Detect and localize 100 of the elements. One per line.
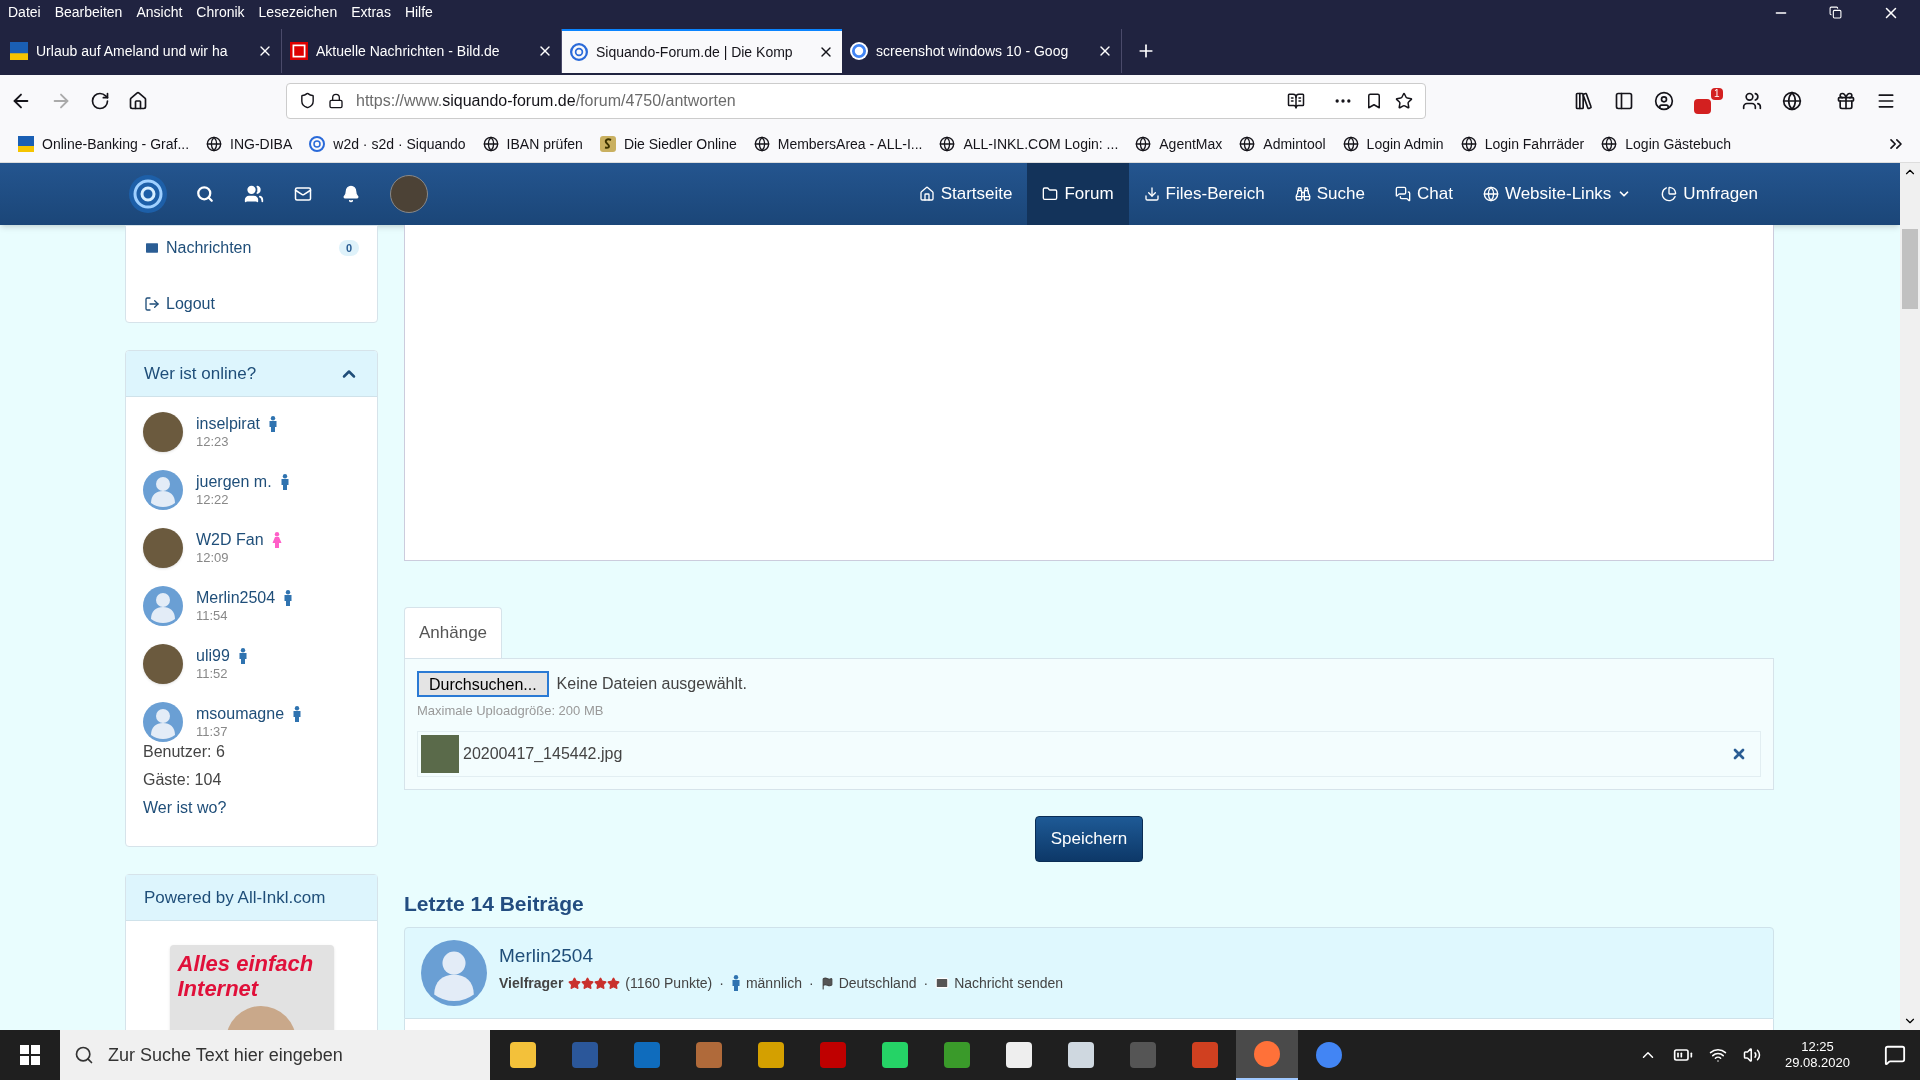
flag-icon	[820, 976, 834, 990]
count-badge: 0	[338, 239, 359, 257]
address-field[interactable]: https://www.siquando-forum.de/forum/4750/antworten	[286, 82, 1426, 119]
photo-placeholder	[421, 734, 459, 773]
account-icon[interactable]	[1654, 90, 1674, 111]
scrollbar-thumb[interactable]	[1902, 229, 1918, 309]
separator: ·	[807, 973, 815, 993]
restore-icon[interactable]	[1829, 6, 1842, 19]
browse-button[interactable]: Durchsuchen...	[417, 671, 549, 697]
wifi-icon[interactable]	[1708, 1046, 1727, 1064]
save-button[interactable]: Speichern	[1034, 815, 1144, 862]
sidebar-icon[interactable]	[1614, 90, 1634, 111]
users-icon[interactable]	[244, 184, 264, 204]
user-name-link[interactable]: juergen m.	[196, 471, 272, 492]
user-name-link[interactable]: W2D Fan	[196, 529, 264, 550]
logout-link[interactable]: Logout	[166, 292, 215, 316]
online-time: 11:37	[196, 723, 229, 741]
user-name-link[interactable]: uli99	[196, 645, 230, 666]
bookmark-item[interactable]: MembersArea - ALL-I...	[753, 133, 923, 155]
separator: ·	[718, 973, 725, 993]
avatar-silhouette	[421, 940, 487, 1006]
shield-icon	[299, 92, 316, 109]
ad-banner[interactable]: Alles einfach Internet	[169, 945, 334, 1030]
home-icon[interactable]	[128, 90, 148, 111]
pie-chart-icon	[1661, 186, 1678, 202]
nav-link[interactable]: Chat	[1380, 163, 1468, 225]
download-icon	[1143, 186, 1160, 202]
taskbar-search-field[interactable]: Zur Suche Text hier eingeben	[60, 1030, 490, 1080]
tab-title: Aktuelle Nachrichten - Bild.de	[316, 41, 501, 61]
nav-link[interactable]: Files-Bereich	[1128, 163, 1280, 225]
browser-tab[interactable]: Siquando-Forum.de | Die Komp	[562, 29, 842, 73]
members-count: Benutzer: 6	[143, 742, 226, 762]
person-icon	[730, 975, 741, 992]
star-icon	[607, 976, 621, 990]
bookmark-item[interactable]: Login Fahrräder	[1460, 133, 1585, 155]
rank-label: Vielfrager	[499, 973, 564, 993]
bookmark-item[interactable]: Die Siedler Online	[599, 133, 737, 155]
browser-tab[interactable]: screenshot windows 10 - Goog	[842, 29, 1122, 73]
avatar-photo[interactable]	[390, 175, 428, 213]
star-icon[interactable]	[1395, 91, 1413, 110]
menu-item[interactable]: Chronik	[196, 2, 245, 23]
menu-item[interactable]: Ansicht	[136, 2, 183, 23]
library-icon[interactable]	[1574, 90, 1594, 111]
nav-link[interactable]: Forum	[1027, 163, 1129, 225]
user-name-link[interactable]: Merlin2504	[196, 587, 276, 608]
card-title: Powered by All-Inkl.com	[144, 886, 326, 909]
house-icon	[918, 186, 935, 202]
url-text: https://www.siquando-forum.de/forum/4750/antworten	[356, 90, 737, 111]
nav-link[interactable]: Suche	[1279, 163, 1380, 225]
scrollbar[interactable]	[1900, 163, 1920, 1030]
bookmark-item[interactable]: Admintool	[1239, 133, 1326, 155]
country-text: Deutschland	[838, 973, 917, 993]
online-time: 12:09	[196, 549, 230, 567]
bookmark-item[interactable]: ING-DIBA	[206, 133, 293, 155]
globe-icon	[1135, 136, 1152, 152]
browser-tab[interactable]: Aktuelle Nachrichten - Bild.de	[282, 29, 562, 73]
app-icon	[758, 1042, 784, 1068]
bookmark-item[interactable]: Login Admin	[1342, 133, 1444, 155]
letter-s-logo-icon	[599, 136, 616, 152]
online-time: 12:22	[196, 491, 230, 509]
speaker-icon[interactable]	[1742, 1046, 1761, 1064]
bookmark-item[interactable]: Online-Banking - Graf...	[18, 133, 190, 155]
nav-link[interactable]: Startseite	[903, 163, 1028, 225]
extension-icon[interactable]	[1742, 90, 1762, 111]
online-time: 11:54	[196, 607, 229, 625]
user-name-link[interactable]: msoumagne	[196, 703, 285, 724]
where-link[interactable]: Wer ist wo?	[143, 796, 360, 820]
gift-icon[interactable]	[1836, 90, 1856, 111]
reader-view-icon[interactable]	[1287, 91, 1305, 110]
bookmark-item[interactable]: ALL-INKL.COM Login: ...	[939, 133, 1119, 155]
messages-link[interactable]: Nachrichten	[166, 236, 333, 260]
clock[interactable]: 12:25 29.08.2020	[1776, 1038, 1858, 1072]
globe-icon	[1601, 136, 1618, 152]
message-link[interactable]: Nachricht senden	[954, 972, 1064, 994]
menu-item[interactable]: Hilfe	[404, 2, 433, 23]
menu-item[interactable]: Lesezeichen	[258, 2, 338, 23]
globe-icon	[1460, 136, 1477, 152]
nav-link[interactable]: Umfragen	[1646, 163, 1773, 225]
reload-icon[interactable]	[90, 90, 110, 111]
logout-icon	[144, 296, 160, 312]
menu-item[interactable]: Datei	[8, 2, 41, 23]
windows-logo-icon[interactable]	[20, 1045, 40, 1065]
tab-title: Urlaub auf Ameland und wir ha	[36, 41, 229, 61]
extension-icon[interactable]	[1782, 90, 1802, 111]
user-name-link[interactable]: inselpirat	[196, 413, 261, 434]
menu-item[interactable]: Bearbeiten	[54, 2, 123, 23]
bookmark-item[interactable]: AgentMax	[1135, 133, 1223, 155]
bell-icon[interactable]	[342, 185, 360, 203]
search-icon[interactable]	[196, 185, 214, 203]
bookmark-item[interactable]: Login Gästebuch	[1601, 133, 1732, 155]
globe-icon	[206, 136, 223, 152]
nav-link[interactable]: Website-Links	[1467, 163, 1647, 225]
attachments-tab[interactable]: Anhänge	[404, 607, 503, 658]
spiral-logo-icon[interactable]	[128, 174, 168, 214]
browser-tab[interactable]: Urlaub auf Ameland und wir ha	[2, 29, 282, 73]
notification-icon[interactable]	[1884, 1044, 1906, 1066]
menu-item[interactable]: Extras	[351, 2, 391, 23]
author-link[interactable]: Merlin2504	[499, 942, 1064, 971]
bookmark-item[interactable]: IBAN prüfen	[482, 133, 583, 155]
bookmark-item[interactable]: w2d · s2d · Siquando	[309, 133, 466, 155]
